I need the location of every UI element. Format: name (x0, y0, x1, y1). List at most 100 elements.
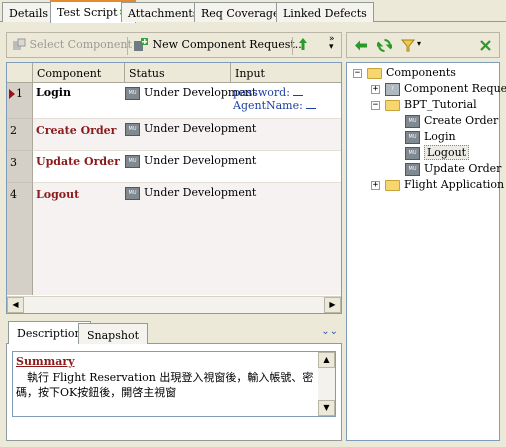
description-box[interactable]: Summary 執行 Flight Reservation 出現登入視窗後，輸入… (12, 351, 336, 417)
tab-snapshot[interactable]: Snapshot (78, 323, 148, 344)
component-name[interactable]: Create Order (36, 124, 116, 137)
back-arrow-icon[interactable] (354, 39, 368, 52)
filter-icon[interactable] (401, 39, 415, 52)
row-number: 2 (10, 124, 17, 137)
tab-details-label: Details (9, 7, 48, 20)
row-number: 3 (10, 156, 17, 169)
component-name[interactable]: Logout (36, 188, 79, 201)
top-tab-bar: Details Test Script✱ Attachments Req Cov… (0, 0, 506, 23)
table-row[interactable]: Login MU Under Development password: Agen… (33, 83, 341, 119)
component-name[interactable]: Login (36, 86, 71, 99)
select-component-label: Select Component (29, 38, 132, 51)
toolbar-overflow-button[interactable]: » ▾ (329, 35, 335, 52)
tab-snapshot-label: Snapshot (87, 329, 139, 342)
row-number: 1 (16, 87, 23, 100)
select-component-button[interactable]: Select Component (12, 38, 132, 52)
tree-node-update-order[interactable]: MU Update Order (405, 161, 501, 177)
column-header-label: Component (37, 67, 102, 80)
tree-node-label: BPT_Tutorial (404, 98, 477, 111)
select-component-icon (13, 38, 26, 50)
new-component-icon (134, 38, 148, 51)
close-icon[interactable] (480, 40, 491, 51)
tab-description-label: Description (17, 327, 82, 340)
status-cell: MU Under Development (125, 186, 256, 200)
tab-details[interactable]: Details (2, 2, 55, 22)
refresh-icon[interactable] (377, 38, 392, 53)
column-header-label: Status (129, 67, 165, 80)
components-tree[interactable]: − Components + ? Component Requests − BPT… (346, 62, 506, 441)
expand-toggle[interactable]: + (371, 181, 380, 190)
expand-toggle[interactable]: + (371, 85, 380, 94)
tree-node-label: Update Order (424, 162, 502, 175)
filter-dropdown-icon[interactable]: ▾ (417, 39, 421, 48)
input-cell[interactable]: password: AgentName: (233, 86, 317, 112)
row-header[interactable]: 2 (7, 119, 33, 151)
tab-linked-defects[interactable]: Linked Defects (276, 2, 374, 22)
vertical-scrollbar[interactable]: ▲ ▼ (318, 352, 335, 416)
status-cell: MU Under Development (125, 154, 256, 168)
tab-attachments-label: Attachments (128, 7, 199, 20)
grid-header: Component Status Input (7, 63, 341, 83)
scroll-down-button[interactable]: ▼ (318, 400, 335, 416)
column-header-status[interactable]: Status (125, 63, 231, 83)
component-icon: MU (405, 162, 420, 176)
current-row-arrow-icon (9, 89, 15, 99)
column-header-component[interactable]: Component (33, 63, 125, 83)
new-component-request-button[interactable]: New Component Request... (133, 38, 305, 52)
row-header[interactable]: 3 (7, 151, 33, 183)
collapse-toggle[interactable]: − (353, 69, 362, 78)
input-value-placeholder[interactable] (293, 86, 304, 96)
tree-toolbar: ▾ (346, 32, 500, 58)
status-label: Under Development (144, 186, 257, 199)
component-icon: MU (405, 146, 420, 160)
status-cell: MU Under Development (125, 122, 256, 136)
status-label: Under Development (144, 122, 257, 135)
tree-node-label: Components (386, 66, 456, 79)
component-status-icon: MU (125, 154, 140, 168)
tree-node-create-order[interactable]: MU Create Order (405, 113, 498, 129)
component-name[interactable]: Update Order (36, 155, 120, 168)
description-text: 執行 Flight Reservation 出現登入視窗後，輸入帳號、密碼，按下… (16, 371, 314, 399)
script-toolbar: Select Component New Component Request..… (6, 32, 342, 58)
scroll-right-button[interactable]: ▶ (324, 297, 341, 313)
move-up-button[interactable] (298, 37, 308, 51)
component-request-icon: ? (385, 82, 400, 96)
tab-req-coverage[interactable]: Req Coverage (194, 2, 287, 22)
row-header[interactable]: 4 (7, 183, 33, 295)
tree-node-bpt-tutorial[interactable]: BPT_Tutorial (385, 97, 477, 113)
tree-node-flight-application[interactable]: Flight Application (385, 177, 504, 193)
toolbar-separator (292, 37, 293, 55)
bottom-tab-bar: Description Snapshot ⌄⌄ (6, 321, 342, 345)
component-icon: MU (405, 130, 420, 144)
column-header-input[interactable]: Input (231, 63, 341, 83)
row-header[interactable]: 1 (7, 83, 33, 119)
tree-node-components[interactable]: Components (367, 65, 456, 81)
grid-corner (7, 63, 33, 83)
tab-attachments[interactable]: Attachments (121, 2, 206, 22)
tree-node-label: Flight Application (404, 178, 505, 191)
scroll-left-button[interactable]: ◀ (7, 297, 24, 313)
table-row[interactable]: Logout MU Under Development (33, 183, 341, 295)
arrow-up-icon (299, 38, 307, 50)
component-status-icon: MU (125, 122, 140, 136)
tab-linked-defects-label: Linked Defects (283, 7, 367, 20)
horizontal-scrollbar[interactable]: ◀ ▶ (7, 296, 341, 313)
component-icon: MU (405, 114, 420, 128)
folder-open-icon (367, 67, 382, 79)
collapse-toggle[interactable]: − (371, 101, 380, 110)
collapse-chevron-icon[interactable]: ⌄⌄ (321, 326, 338, 337)
table-row[interactable]: Update Order MU Under Development (33, 151, 341, 183)
component-status-icon: MU (125, 186, 140, 200)
component-status-icon: MU (125, 86, 140, 100)
scroll-up-button[interactable]: ▲ (318, 352, 335, 368)
tree-node-label: Create Order (424, 114, 499, 127)
folder-open-icon (385, 99, 400, 111)
toolbar-separator (127, 37, 128, 55)
tree-node-component-requests[interactable]: ? Component Requests (385, 81, 506, 97)
tab-test-script-label: Test Script (57, 6, 118, 19)
table-row[interactable]: Create Order MU Under Development (33, 119, 341, 151)
tree-node-login[interactable]: MU Login (405, 129, 456, 145)
input-value-placeholder[interactable] (306, 99, 317, 109)
description-title: Summary (16, 355, 75, 368)
tree-node-logout[interactable]: MU Logout (405, 145, 470, 161)
